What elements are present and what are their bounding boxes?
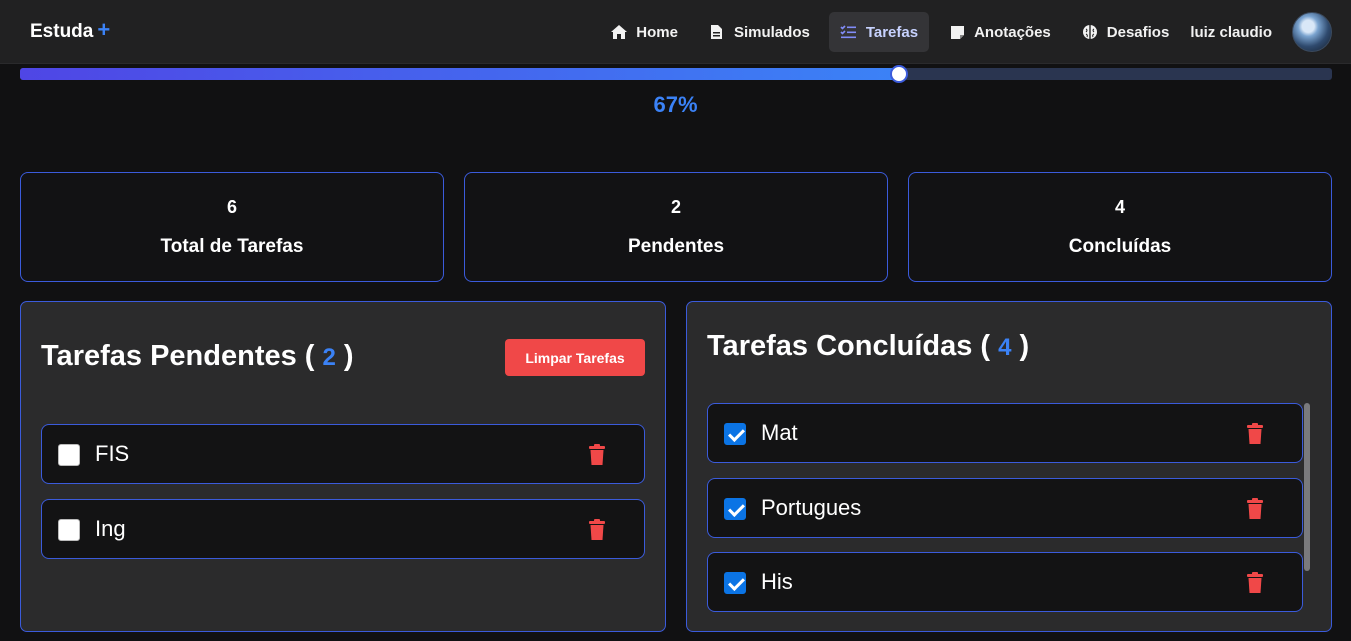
user-name[interactable]: luiz claudio xyxy=(1190,24,1272,41)
document-icon xyxy=(708,23,726,41)
pending-count: 2 xyxy=(322,344,336,371)
task-checkbox[interactable] xyxy=(724,423,746,445)
note-icon xyxy=(948,23,966,41)
pending-panel-title: Tarefas Pendentes ( 2) xyxy=(41,340,353,373)
nav-item-anotacoes[interactable]: Anotações xyxy=(937,12,1062,52)
task-item: FIS xyxy=(41,424,645,484)
done-title-close: ) xyxy=(1019,330,1030,362)
stat-label: Concluídas xyxy=(1068,236,1172,257)
nav-links: Home Simulados Tarefas Anotações Desafio… xyxy=(595,0,1351,64)
stat-label: Total de Tarefas xyxy=(160,236,304,257)
task-item: His xyxy=(707,552,1303,612)
nav-item-simulados[interactable]: Simulados xyxy=(697,12,821,52)
home-icon xyxy=(610,23,628,41)
done-panel-title: Tarefas Concluídas ( 4) xyxy=(707,330,1029,363)
task-item: Mat xyxy=(707,403,1303,463)
nav-item-tarefas[interactable]: Tarefas xyxy=(828,12,930,52)
scrollbar[interactable] xyxy=(1304,403,1310,571)
task-checkbox[interactable] xyxy=(58,444,80,466)
done-title-text: Tarefas Concluídas ( xyxy=(707,330,991,362)
checklist-icon xyxy=(840,23,858,41)
trash-icon[interactable] xyxy=(1246,498,1264,520)
nav-item-desafios[interactable]: Desafios xyxy=(1070,12,1181,52)
task-checkbox[interactable] xyxy=(724,572,746,594)
stat-value: 4 xyxy=(1114,197,1125,217)
task-name: Mat xyxy=(761,420,798,445)
stat-card-done: 4 Concluídas xyxy=(908,172,1332,282)
task-checkbox[interactable] xyxy=(724,498,746,520)
trash-icon[interactable] xyxy=(588,444,606,466)
trash-icon[interactable] xyxy=(1246,423,1264,445)
done-tasks-panel: Tarefas Concluídas ( 4) Mat Portugues His xyxy=(686,301,1332,632)
brand-name: Estuda xyxy=(30,21,94,42)
task-name: FIS xyxy=(95,441,130,466)
task-name: Portugues xyxy=(761,495,862,520)
nav-label-home: Home xyxy=(636,23,678,41)
task-checkbox[interactable] xyxy=(58,519,80,541)
clear-tasks-button[interactable]: Limpar Tarefas xyxy=(505,339,645,376)
nav-label-anotacoes: Anotações xyxy=(974,23,1051,41)
nav-label-simulados: Simulados xyxy=(733,23,810,41)
nav-label-tarefas: Tarefas xyxy=(865,23,919,41)
done-count: 4 xyxy=(998,334,1012,361)
stat-card-pending: 2 Pendentes xyxy=(464,172,888,282)
stat-value: 6 xyxy=(226,197,237,217)
pending-tasks-panel: Tarefas Pendentes ( 2) Limpar Tarefas FIS… xyxy=(20,301,666,632)
progress-thumb[interactable] xyxy=(890,65,909,83)
nav-label-desafios: Desafios xyxy=(1106,23,1170,41)
nav-item-home[interactable]: Home xyxy=(599,12,689,52)
task-item: Portugues xyxy=(707,478,1303,538)
trash-icon[interactable] xyxy=(588,519,606,541)
progress-percent: 67% xyxy=(653,92,698,117)
task-name: His xyxy=(761,569,793,594)
brand-plus: + xyxy=(97,17,111,42)
progress-bar xyxy=(20,65,1332,83)
brand-logo[interactable]: Estuda + xyxy=(30,19,110,43)
stat-card-total: 6 Total de Tarefas xyxy=(20,172,444,282)
task-name: Ing xyxy=(95,516,126,541)
brain-icon xyxy=(1081,23,1099,41)
task-item: Ing xyxy=(41,499,645,559)
stat-label: Pendentes xyxy=(627,236,725,257)
pending-title-text: Tarefas Pendentes ( xyxy=(41,340,315,372)
avatar[interactable] xyxy=(1292,12,1332,52)
stat-value: 2 xyxy=(670,197,681,217)
pending-title-close: ) xyxy=(343,340,354,372)
top-navbar: Estuda + Home Simulados Tarefas Anotações xyxy=(0,0,1351,64)
trash-icon[interactable] xyxy=(1246,572,1264,594)
progress-fill xyxy=(20,68,900,80)
